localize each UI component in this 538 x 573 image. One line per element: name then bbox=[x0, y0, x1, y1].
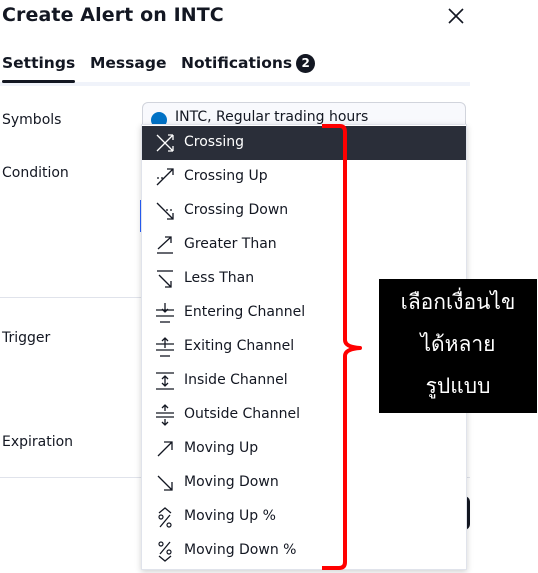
dialog-title: Create Alert on INTC bbox=[2, 4, 224, 26]
dropdown-item-moving-up-percent[interactable]: Moving Up % bbox=[142, 500, 466, 534]
dropdown-item-label: Crossing Up bbox=[184, 168, 268, 184]
tab-bar: Settings Message Notifications 2 bbox=[0, 50, 470, 86]
dropdown-item-label: Crossing Down bbox=[184, 202, 289, 218]
crossing-icon bbox=[156, 134, 174, 152]
dropdown-item-label: Outside Channel bbox=[184, 406, 300, 422]
dropdown-item-label: Moving Up bbox=[184, 440, 259, 456]
greater-than-icon bbox=[157, 236, 173, 254]
condition-label: Condition bbox=[2, 165, 69, 181]
dropdown-item-greater-than[interactable]: Greater Than bbox=[142, 228, 466, 262]
dropdown-item-label: Moving Up % bbox=[184, 508, 276, 524]
notifications-badge: 2 bbox=[296, 54, 316, 73]
close-icon[interactable] bbox=[444, 4, 468, 28]
symbols-label: Symbols bbox=[2, 112, 62, 128]
dropdown-item-crossing-down[interactable]: Crossing Down bbox=[142, 194, 466, 228]
moving-up-percent-icon bbox=[158, 507, 172, 528]
tab-notifications[interactable]: Notifications 2 bbox=[181, 54, 316, 73]
outside-channel-icon bbox=[156, 404, 174, 426]
dropdown-item-moving-up[interactable]: Moving Up bbox=[142, 432, 466, 466]
annotation-line: รูปแบบ bbox=[425, 374, 491, 398]
annotation-line: เลือกเงื่อนไข bbox=[400, 290, 516, 314]
dropdown-item-label: Inside Channel bbox=[184, 372, 288, 388]
less-than-icon bbox=[157, 270, 173, 288]
entering-channel-icon bbox=[156, 303, 174, 323]
crossing-down-icon bbox=[156, 202, 174, 220]
crossing-up-icon bbox=[156, 168, 174, 186]
dropdown-item-label: Moving Down bbox=[184, 474, 279, 490]
dropdown-item-label: Greater Than bbox=[184, 236, 277, 252]
dropdown-item-label: Entering Channel bbox=[184, 304, 306, 320]
exiting-channel-icon bbox=[156, 337, 174, 357]
dropdown-item-crossing-up[interactable]: Crossing Up bbox=[142, 160, 466, 194]
inside-channel-icon bbox=[156, 372, 174, 390]
dropdown-item-moving-down[interactable]: Moving Down bbox=[142, 466, 466, 500]
dropdown-item-label: Exiting Channel bbox=[184, 338, 295, 354]
dropdown-item-crossing[interactable]: Crossing bbox=[142, 126, 466, 160]
dropdown-item-label: Crossing bbox=[184, 134, 245, 150]
tab-message[interactable]: Message bbox=[90, 54, 166, 72]
dropdown-item-label: Less Than bbox=[184, 270, 255, 286]
annotation-line: ได้หลาย bbox=[420, 332, 496, 356]
moving-down-percent-icon bbox=[158, 541, 172, 562]
annotation-callout: เลือกเงื่อนไข ได้หลาย รูปแบบ bbox=[379, 279, 537, 413]
expiration-label: Expiration bbox=[2, 434, 74, 450]
trigger-label: Trigger bbox=[2, 330, 51, 346]
dropdown-item-label: Moving Down % bbox=[184, 542, 297, 558]
tab-notifications-label: Notifications bbox=[181, 54, 293, 72]
tab-settings[interactable]: Settings bbox=[2, 54, 76, 83]
moving-up-icon bbox=[157, 441, 173, 457]
dropdown-item-moving-down-percent[interactable]: Moving Down % bbox=[142, 534, 466, 568]
annotation-bracket bbox=[322, 124, 362, 570]
moving-down-icon bbox=[157, 475, 173, 491]
